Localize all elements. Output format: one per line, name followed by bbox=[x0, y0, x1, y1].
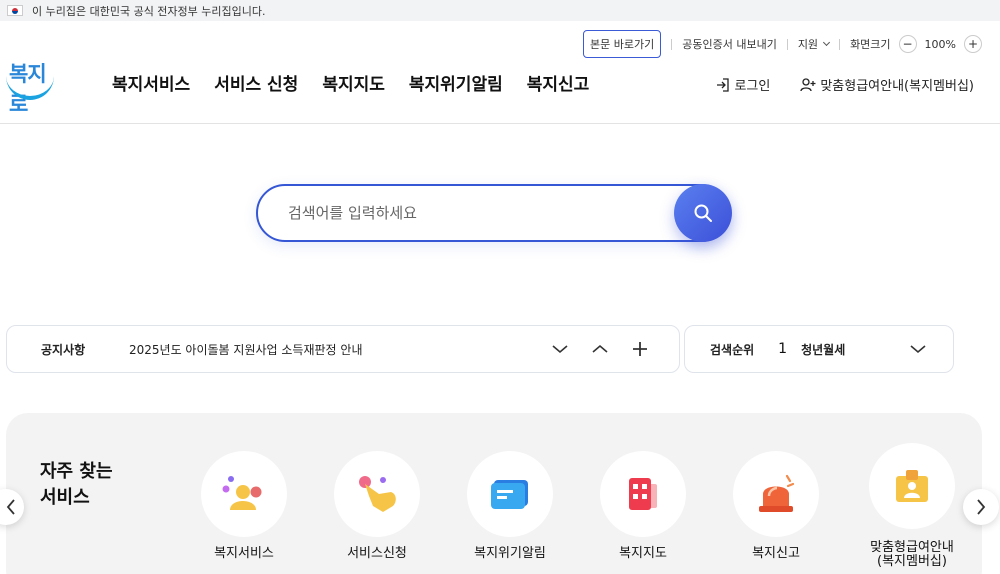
quick-item-welfare-map[interactable]: 복지지도 bbox=[583, 451, 703, 561]
ranking-term[interactable]: 청년월세 bbox=[801, 341, 845, 358]
notice-text[interactable]: 2025년도 아이돌봄 지원사업 소득재판정 안내 bbox=[129, 341, 362, 358]
quick-item-circle bbox=[600, 451, 686, 537]
header-right: 로그인 맞춤형급여안내(복지멤버십) bbox=[716, 75, 974, 94]
quick-title-line1: 자주 찾는 bbox=[40, 461, 113, 482]
nav-item-welfare-map[interactable]: 복지지도 bbox=[322, 70, 385, 95]
chevron-down-icon bbox=[823, 38, 831, 47]
quick-next-button[interactable] bbox=[963, 489, 999, 525]
search-ranking: 검색순위 1 청년월세 bbox=[684, 325, 954, 373]
quick-item-label: 서비스신청 bbox=[347, 546, 407, 561]
header-divider bbox=[0, 123, 1000, 124]
search-input[interactable] bbox=[288, 186, 668, 240]
support-label: 지원 bbox=[797, 38, 819, 51]
people-icon bbox=[222, 476, 262, 510]
divider bbox=[786, 38, 788, 50]
quick-item-circle bbox=[869, 443, 955, 529]
search-button[interactable] bbox=[674, 184, 732, 242]
divider bbox=[839, 38, 841, 50]
login-label: 로그인 bbox=[734, 79, 771, 94]
quick-item-label: 맞춤형급여안내 (복지멤버십) bbox=[852, 541, 972, 569]
login-icon bbox=[717, 77, 730, 92]
quick-item-service-apply[interactable]: 서비스신청 bbox=[317, 451, 437, 561]
main-nav: 복지서비스 서비스 신청 복지지도 복지위기알림 복지신고 bbox=[112, 70, 613, 95]
plus-icon bbox=[633, 342, 647, 356]
message-icon bbox=[491, 480, 528, 509]
notice-next-button[interactable] bbox=[547, 336, 573, 362]
zoom-out-button[interactable]: − bbox=[898, 35, 917, 53]
support-dropdown[interactable]: 지원 bbox=[797, 36, 831, 52]
site-logo[interactable]: 복지로 bbox=[6, 58, 56, 116]
notice-controls bbox=[533, 326, 653, 372]
quick-item-label-line2: (복지멤버십) bbox=[877, 554, 947, 569]
chevron-down-icon bbox=[552, 345, 568, 354]
quick-item-circle bbox=[467, 451, 553, 537]
hand-click-icon bbox=[359, 476, 396, 512]
zoom-value: 100% bbox=[924, 37, 956, 51]
quick-item-label: 복지지도 bbox=[619, 546, 667, 561]
notice-prev-button[interactable] bbox=[587, 336, 613, 362]
zoom-in-button[interactable]: + bbox=[964, 35, 982, 53]
ranking-label: 검색순위 bbox=[710, 342, 755, 357]
ranking-number: 1 bbox=[778, 341, 788, 357]
quick-item-circle bbox=[733, 451, 819, 537]
divider bbox=[671, 38, 673, 50]
quick-item-label: 복지서비스 bbox=[214, 546, 274, 561]
nav-item-service-apply[interactable]: 서비스 신청 bbox=[214, 70, 298, 95]
membership-label: 맞춤형급여안내(복지멤버십) bbox=[820, 79, 974, 94]
certificate-export-link[interactable]: 공동인증서 내보내기 bbox=[682, 36, 777, 52]
quick-item-label-line1: 맞춤형급여안내 bbox=[870, 540, 954, 555]
map-building-icon bbox=[629, 478, 657, 510]
utility-bar: 본문 바로가기 공동인증서 내보내기 지원 화면크기 − 100% + bbox=[583, 30, 982, 58]
search-icon bbox=[694, 204, 712, 222]
nav-item-crisis-alert[interactable]: 복지위기알림 bbox=[409, 70, 503, 95]
quick-item-crisis-alert[interactable]: 복지위기알림 bbox=[450, 451, 570, 561]
chevron-right-icon bbox=[977, 499, 986, 515]
quick-services-title: 자주 찾는 서비스 bbox=[40, 459, 113, 511]
chevron-left-icon bbox=[6, 499, 15, 515]
skip-to-content-link[interactable]: 본문 바로가기 bbox=[583, 30, 662, 58]
chevron-up-icon bbox=[592, 344, 608, 353]
id-card-icon bbox=[896, 470, 928, 502]
quick-item-welfare-report[interactable]: 복지신고 bbox=[716, 451, 836, 561]
ranking-expand-button[interactable] bbox=[905, 336, 931, 362]
login-link[interactable]: 로그인 bbox=[716, 75, 770, 94]
quick-services-panel: 자주 찾는 서비스 복지서비스 서비스신청 복지위기알림 복지지도 복지신고 맞… bbox=[6, 413, 982, 574]
gov-banner: 이 누리집은 대한민국 공식 전자정부 누리집입니다. bbox=[0, 0, 1000, 21]
membership-link[interactable]: 맞춤형급여안내(복지멤버십) bbox=[800, 75, 974, 94]
screen-size-label: 화면크기 bbox=[850, 38, 891, 51]
korea-flag-icon bbox=[7, 5, 23, 16]
quick-item-membership[interactable]: 맞춤형급여안내 (복지멤버십) bbox=[852, 443, 972, 569]
nav-item-welfare-report[interactable]: 복지신고 bbox=[527, 70, 590, 95]
notice-more-button[interactable] bbox=[627, 336, 653, 362]
nav-item-welfare-service[interactable]: 복지서비스 bbox=[112, 70, 190, 95]
quick-title-line2: 서비스 bbox=[40, 487, 90, 508]
search-box bbox=[256, 184, 730, 242]
person-add-icon bbox=[800, 77, 816, 91]
gov-banner-text: 이 누리집은 대한민국 공식 전자정부 누리집입니다. bbox=[32, 4, 266, 18]
siren-icon bbox=[759, 474, 795, 512]
quick-item-circle bbox=[201, 451, 287, 537]
notice-label: 공지사항 bbox=[41, 342, 86, 357]
quick-item-label: 복지위기알림 bbox=[474, 546, 546, 561]
quick-item-circle bbox=[334, 451, 420, 537]
notice-bar: 공지사항 2025년도 아이돌봄 지원사업 소득재판정 안내 bbox=[6, 325, 680, 373]
quick-item-welfare-service[interactable]: 복지서비스 bbox=[184, 451, 304, 561]
chevron-down-icon bbox=[910, 345, 926, 354]
quick-item-label: 복지신고 bbox=[752, 546, 800, 561]
